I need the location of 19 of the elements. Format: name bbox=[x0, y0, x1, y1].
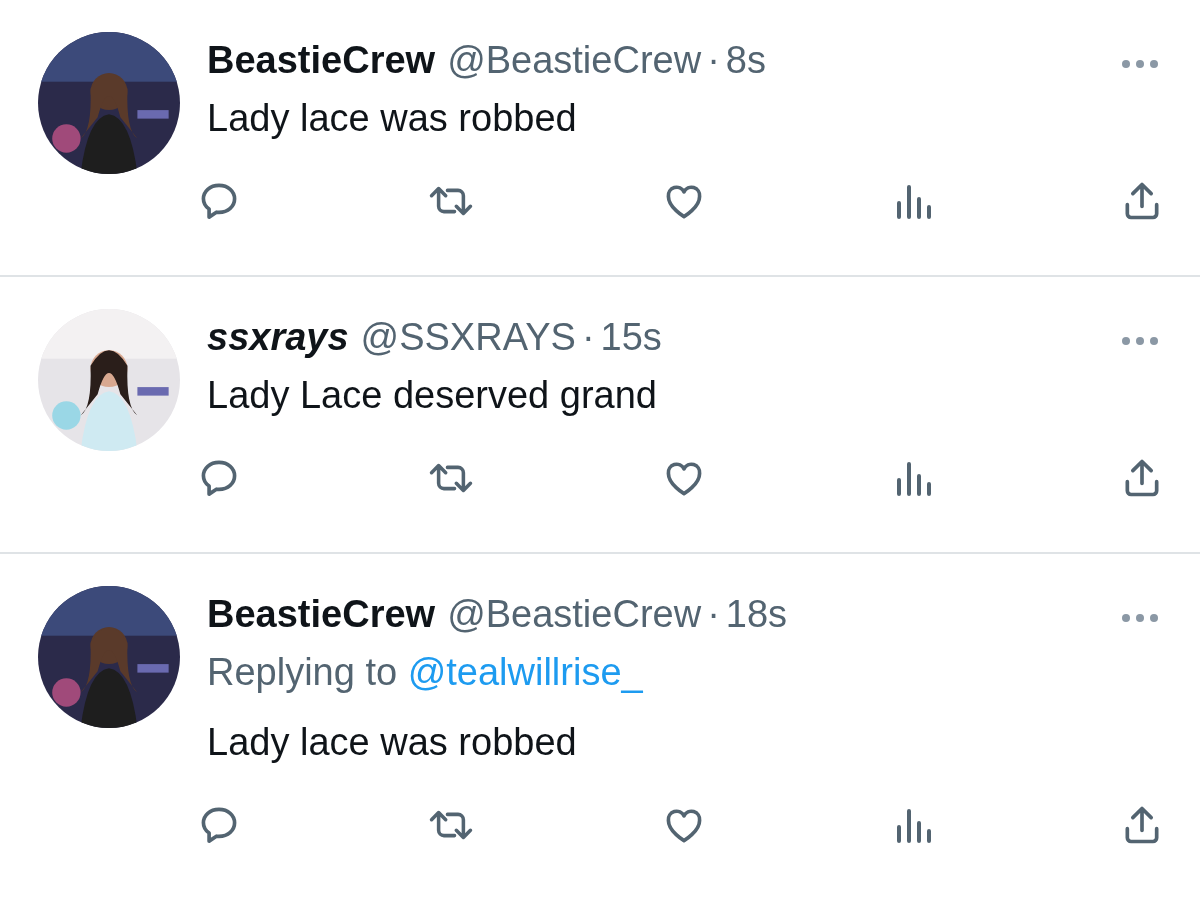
tweet-text: Lady lace was robbed bbox=[207, 97, 577, 139]
tweet-text: Lady lace was robbed bbox=[207, 721, 577, 763]
author-name[interactable]: BeastieCrew bbox=[207, 38, 436, 82]
author-name[interactable]: ssxrays bbox=[207, 315, 349, 359]
author-handle[interactable]: @BeastieCrew bbox=[447, 592, 702, 636]
timestamp[interactable]: 8s bbox=[725, 38, 766, 82]
separator-dot: · bbox=[581, 315, 595, 359]
separator-dot: · bbox=[707, 592, 720, 636]
more-icon[interactable] bbox=[1120, 58, 1160, 69]
replying-label: Replying to bbox=[207, 651, 399, 693]
timestamp[interactable]: 18s bbox=[725, 592, 788, 636]
separator-dot: · bbox=[707, 38, 720, 82]
author-handle[interactable]: @SSXRAYS bbox=[360, 315, 576, 359]
tweet-text: Lady Lace deserved grand bbox=[207, 374, 657, 416]
more-icon[interactable] bbox=[1120, 335, 1160, 346]
author-handle[interactable]: @BeastieCrew bbox=[447, 38, 702, 82]
more-icon[interactable] bbox=[1120, 612, 1160, 623]
timestamp[interactable]: 15s bbox=[600, 315, 662, 359]
author-name[interactable]: BeastieCrew bbox=[207, 592, 436, 636]
